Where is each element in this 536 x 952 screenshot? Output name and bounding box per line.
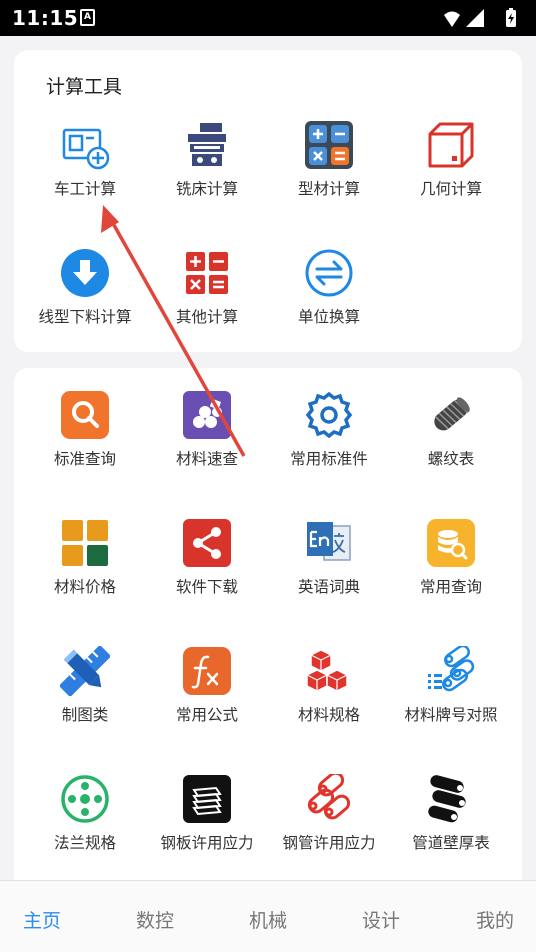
bottom-tab-bar: 主页 数控 机械 设计 我的 bbox=[0, 880, 536, 952]
search-icon bbox=[60, 390, 110, 440]
tool-common-formula[interactable]: 常用公式 bbox=[146, 646, 268, 746]
download-icon bbox=[60, 248, 110, 298]
section-title: 计算工具 bbox=[46, 76, 123, 98]
tool-common-query[interactable]: 常用查询 bbox=[390, 518, 512, 618]
tool-material-quick[interactable]: 材料速查 bbox=[146, 390, 268, 490]
tool-label: 常用查询 bbox=[419, 578, 482, 596]
status-time: 11:15 bbox=[12, 6, 79, 30]
pencil-ruler-icon bbox=[60, 646, 110, 696]
dictionary-icon bbox=[304, 518, 354, 568]
convert-icon bbox=[304, 248, 354, 298]
tool-label: 其他计算 bbox=[175, 308, 238, 326]
tool-software-download[interactable]: 软件下载 bbox=[146, 518, 268, 618]
share-icon bbox=[182, 518, 232, 568]
tool-thread-table[interactable]: 螺纹表 bbox=[390, 390, 512, 490]
tool-label: 常用公式 bbox=[175, 706, 238, 724]
steel-pipe-icon bbox=[304, 774, 354, 824]
pipes-list-icon bbox=[426, 646, 476, 696]
milling-icon bbox=[182, 120, 232, 170]
tool-flange-spec[interactable]: 法兰规格 bbox=[24, 774, 146, 874]
tool-geometry-calc[interactable]: 几何计算 bbox=[390, 120, 512, 220]
tool-milling-calc[interactable]: 铣床计算 bbox=[146, 120, 268, 220]
tool-other-calc[interactable]: 其他计算 bbox=[146, 248, 268, 348]
tool-label: 材料速查 bbox=[175, 450, 238, 468]
tool-label: 型材计算 bbox=[297, 180, 360, 198]
tool-label: 材料规格 bbox=[297, 706, 360, 724]
tool-label: 标准查询 bbox=[53, 450, 116, 468]
tool-label: 单位换算 bbox=[297, 308, 360, 326]
tool-label: 螺纹表 bbox=[427, 450, 475, 468]
tool-grade-comparison[interactable]: 材料牌号对照 bbox=[390, 646, 512, 746]
tool-label: 管道壁厚表 bbox=[412, 834, 490, 852]
reference-tools-card: 标准查询 材料速查 常用标准件 螺纹表 材料价格 软件下载 英语词典 常用查询 … bbox=[14, 368, 522, 888]
signal-icon bbox=[466, 9, 484, 27]
formula-icon bbox=[182, 646, 232, 696]
tool-label: 钢板许用应力 bbox=[160, 834, 254, 852]
tab-cnc[interactable]: 数控 bbox=[115, 906, 195, 933]
pipe-wall-icon bbox=[426, 774, 476, 824]
tool-profile-calc[interactable]: 型材计算 bbox=[268, 120, 390, 220]
tool-label: 材料牌号对照 bbox=[404, 706, 498, 724]
tool-label: 软件下载 bbox=[175, 578, 238, 596]
tool-label: 车工计算 bbox=[53, 180, 116, 198]
tab-machinery[interactable]: 机械 bbox=[228, 906, 308, 933]
notification-icon: A bbox=[80, 9, 95, 26]
tab-home[interactable]: 主页 bbox=[2, 906, 82, 933]
tool-line-cutting-calc[interactable]: 线型下料计算 bbox=[24, 248, 146, 348]
tool-steel-plate-stress[interactable]: 钢板许用应力 bbox=[146, 774, 268, 874]
tool-label: 常用标准件 bbox=[290, 450, 368, 468]
tool-unit-convert[interactable]: 单位换算 bbox=[268, 248, 390, 348]
tool-steel-pipe-stress[interactable]: 钢管许用应力 bbox=[268, 774, 390, 874]
battery-icon bbox=[506, 8, 516, 27]
tool-english-dictionary[interactable]: 英语词典 bbox=[268, 518, 390, 618]
wifi-icon bbox=[444, 11, 460, 27]
tool-pipe-wall-thickness[interactable]: 管道壁厚表 bbox=[390, 774, 512, 874]
status-icons bbox=[444, 8, 516, 27]
tool-label: 几何计算 bbox=[419, 180, 482, 198]
math-ops-icon bbox=[182, 248, 232, 298]
flange-icon bbox=[60, 774, 110, 824]
database-search-icon bbox=[426, 518, 476, 568]
tool-lathe-calc[interactable]: 车工计算 bbox=[24, 120, 146, 220]
calc-tools-card: 计算工具 车工计算 铣床计算 型材计算 几何计算 线型下料计算 其他计算 单位换… bbox=[14, 50, 522, 352]
steel-plate-icon bbox=[182, 774, 232, 824]
tool-common-standard-parts[interactable]: 常用标准件 bbox=[268, 390, 390, 490]
tool-material-price[interactable]: 材料价格 bbox=[24, 518, 146, 618]
status-bar: 11:15 A bbox=[0, 0, 536, 36]
tab-design[interactable]: 设计 bbox=[341, 906, 421, 933]
lathe-icon bbox=[60, 120, 110, 170]
tool-label: 铣床计算 bbox=[175, 180, 238, 198]
thread-icon bbox=[426, 390, 476, 440]
cube-icon bbox=[426, 120, 476, 170]
tool-label: 英语词典 bbox=[297, 578, 360, 596]
tool-material-spec[interactable]: 材料规格 bbox=[268, 646, 390, 746]
tool-drafting[interactable]: 制图类 bbox=[24, 646, 146, 746]
calculator-icon bbox=[304, 120, 354, 170]
tool-label: 材料价格 bbox=[53, 578, 116, 596]
tool-label: 钢管许用应力 bbox=[282, 834, 376, 852]
grid-icon bbox=[60, 518, 110, 568]
tool-label: 制图类 bbox=[61, 706, 109, 724]
materials-icon bbox=[182, 390, 232, 440]
boxes-icon bbox=[304, 646, 354, 696]
gear-icon bbox=[304, 390, 354, 440]
tool-standard-query[interactable]: 标准查询 bbox=[24, 390, 146, 490]
tool-label: 法兰规格 bbox=[53, 834, 116, 852]
tool-label: 线型下料计算 bbox=[38, 308, 132, 326]
tab-mine[interactable]: 我的 bbox=[455, 906, 535, 933]
